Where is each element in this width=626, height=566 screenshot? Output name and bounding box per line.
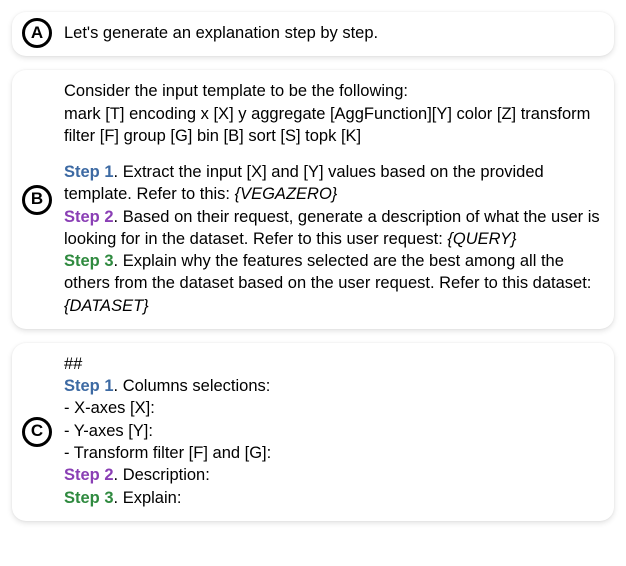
step2-placeholder: {QUERY} bbox=[447, 230, 516, 248]
step2-label-c: Step 2 bbox=[64, 466, 114, 484]
card-c-line-y: - Y-axes [Y]: bbox=[64, 420, 600, 442]
badge-c: C bbox=[22, 417, 52, 447]
card-a-text: Let's generate an explanation step by st… bbox=[64, 24, 378, 42]
step3-label: Step 3 bbox=[64, 252, 114, 270]
card-b-step1: Step 1. Extract the input [X] and [Y] va… bbox=[64, 161, 600, 206]
card-b-intro-line1: Consider the input template to be the fo… bbox=[64, 80, 600, 102]
step3-label-c: Step 3 bbox=[64, 489, 114, 507]
card-b-intro-line2: mark [T] encoding x [X] y aggregate [Agg… bbox=[64, 103, 600, 148]
step2-text: . Based on their request, generate a des… bbox=[64, 208, 600, 248]
badge-a: A bbox=[22, 18, 52, 48]
card-a: A Let's generate an explanation step by … bbox=[12, 12, 614, 56]
card-b-step3: Step 3. Explain why the features selecte… bbox=[64, 250, 600, 317]
card-c-step3: Step 3. Explain: bbox=[64, 487, 600, 509]
card-c-hash: ## bbox=[64, 353, 600, 375]
step3-tail-c: . Explain: bbox=[114, 489, 182, 507]
step2-tail-c: . Description: bbox=[114, 466, 210, 484]
card-c-line-fg: - Transform filter [F] and [G]: bbox=[64, 442, 600, 464]
badge-b: B bbox=[22, 185, 52, 215]
step3-text: . Explain why the features selected are … bbox=[64, 252, 591, 292]
step1-label-c: Step 1 bbox=[64, 377, 114, 395]
step1-label: Step 1 bbox=[64, 163, 114, 181]
step1-tail-c: . Columns selections: bbox=[114, 377, 271, 395]
card-c-step1-header: Step 1. Columns selections: bbox=[64, 375, 600, 397]
card-c-step2: Step 2. Description: bbox=[64, 464, 600, 486]
card-c-line-x: - X-axes [X]: bbox=[64, 397, 600, 419]
card-b-step2: Step 2. Based on their request, generate… bbox=[64, 206, 600, 251]
step3-placeholder: {DATASET} bbox=[64, 297, 149, 315]
card-c: C ## Step 1. Columns selections: - X-axe… bbox=[12, 343, 614, 521]
step1-placeholder: {VEGAZERO} bbox=[235, 185, 338, 203]
step2-label: Step 2 bbox=[64, 208, 114, 226]
card-b: B Consider the input template to be the … bbox=[12, 70, 614, 329]
